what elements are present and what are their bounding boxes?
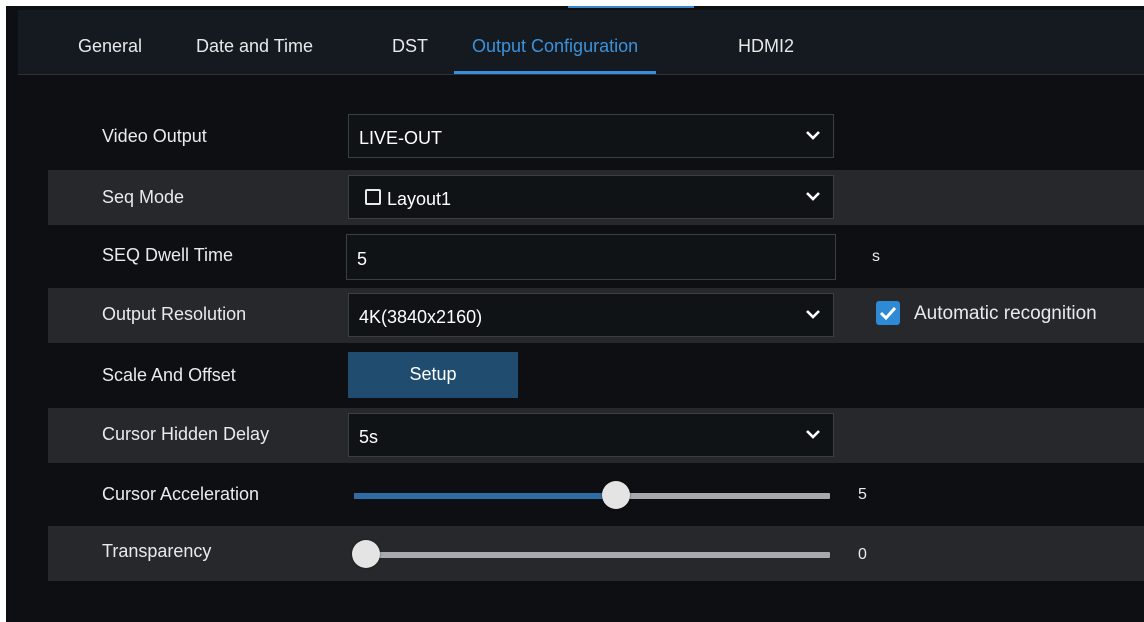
video-output-select[interactable]: LIVE-OUT xyxy=(348,114,834,158)
top-accent-line xyxy=(568,6,694,8)
output-resolution-select[interactable]: 4K(3840x2160) xyxy=(348,293,834,337)
row-video-output: Video Output LIVE-OUT xyxy=(48,110,1144,165)
transparency-label: Transparency xyxy=(102,541,212,561)
cursor-hidden-delay-label: Cursor Hidden Delay xyxy=(102,424,270,444)
automatic-recognition-label: Automatic recognition xyxy=(914,303,1097,324)
seq-mode-value: Layout1 xyxy=(387,189,452,209)
transparency-value: 0 xyxy=(858,546,867,563)
chevron-down-icon xyxy=(806,131,820,140)
seq-mode-select[interactable]: Layout1 xyxy=(348,175,834,219)
tab-output-configuration[interactable]: Output Configuration xyxy=(454,10,657,74)
tab-bar: General Date and Time DST Output Configu… xyxy=(18,10,1144,75)
tab-hdmi2[interactable]: HDMI2 xyxy=(720,10,812,74)
slider-handle[interactable] xyxy=(601,481,630,509)
row-transparency: Transparency 0 xyxy=(48,526,1144,581)
video-output-value: LIVE-OUT xyxy=(359,128,443,148)
checkmark-icon xyxy=(879,306,897,321)
automatic-recognition-checkbox[interactable] xyxy=(876,301,900,325)
empty-checkbox-icon[interactable] xyxy=(365,189,381,205)
output-resolution-value: 4K(3840x2160) xyxy=(359,307,483,327)
cursor-acceleration-label: Cursor Acceleration xyxy=(102,484,260,504)
slider-fill xyxy=(354,493,616,499)
row-output-resolution: Output Resolution 4K(3840x2160) Automati… xyxy=(48,288,1144,343)
cursor-hidden-delay-select[interactable]: 5s xyxy=(348,413,834,457)
tab-dst[interactable]: DST xyxy=(374,10,446,74)
seq-mode-label: Seq Mode xyxy=(102,187,185,207)
slider-track xyxy=(354,552,830,558)
transparency-slider[interactable] xyxy=(351,540,830,570)
chevron-down-icon xyxy=(806,310,820,319)
setup-button[interactable]: Setup xyxy=(348,352,518,398)
row-cursor-hidden-delay: Cursor Hidden Delay 5s xyxy=(48,408,1144,463)
chevron-down-icon xyxy=(806,192,820,201)
output-configuration-window: General Date and Time DST Output Configu… xyxy=(6,6,1144,622)
row-seq-dwell-time: SEQ Dwell Time 5 s xyxy=(48,230,1144,285)
cursor-acceleration-slider[interactable] xyxy=(354,481,830,511)
seq-dwell-time-input[interactable]: 5 xyxy=(346,234,836,280)
seq-dwell-time-unit: s xyxy=(872,248,880,265)
tab-general[interactable]: General xyxy=(60,10,160,74)
row-scale-and-offset: Scale And Offset Setup xyxy=(48,348,1144,403)
cursor-acceleration-value: 5 xyxy=(858,486,867,503)
video-output-label: Video Output xyxy=(102,126,207,146)
output-resolution-label: Output Resolution xyxy=(102,304,247,324)
slider-handle[interactable] xyxy=(351,540,380,568)
tab-date-and-time[interactable]: Date and Time xyxy=(178,10,331,74)
seq-dwell-time-label: SEQ Dwell Time xyxy=(102,245,234,265)
chevron-down-icon xyxy=(806,430,820,439)
seq-dwell-time-value: 5 xyxy=(357,249,368,269)
row-cursor-acceleration: Cursor Acceleration 5 xyxy=(48,468,1144,523)
scale-and-offset-label: Scale And Offset xyxy=(102,365,236,385)
cursor-hidden-delay-value: 5s xyxy=(359,427,379,447)
row-seq-mode: Seq Mode Layout1 xyxy=(48,170,1144,225)
